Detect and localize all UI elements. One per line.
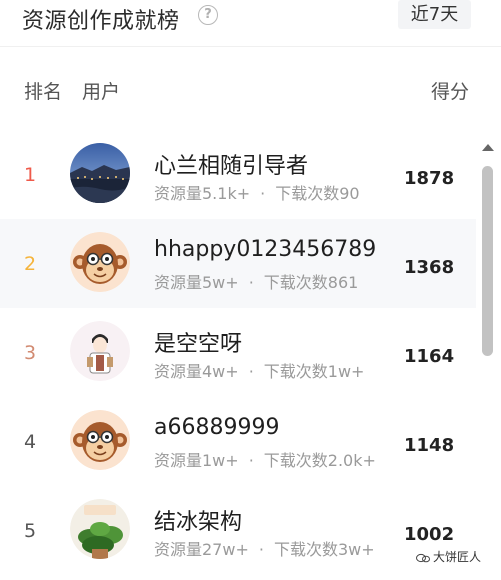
resource-count: 资源量5w+ [154,273,239,292]
column-header-score: 得分 [430,81,469,103]
scrollbar[interactable] [479,140,497,580]
monkey-icon [70,410,130,470]
ranking-row[interactable]: 2 hhappy0123456789 资源量5w+ · 下载次数861 1368 [0,219,476,308]
ranking-row[interactable]: 5 结冰架构 资源量27w+ · 下载次数3w+ 1002 [0,486,476,575]
scroll-up-arrow-icon[interactable] [482,144,494,151]
wechat-logo-icon [416,553,430,562]
score-value: 1878 [404,168,455,189]
ranking-list: 1 心兰相随引导者 资源量5.1k+ · 下载次数90 1878 2 hhapp… [0,130,476,580]
avatar[interactable] [70,499,130,559]
resource-count: 资源量1w+ [154,451,239,470]
plant-icon [70,499,130,559]
score-value: 1002 [404,524,455,545]
score-value: 1148 [404,435,455,456]
download-count: 下载次数2.0k+ [263,451,376,470]
rank-number: 3 [24,342,37,364]
separator: · [248,273,254,292]
user-name[interactable]: 是空空呀 [154,326,242,358]
monkey-icon [70,232,130,292]
resource-count: 资源量27w+ [154,540,249,559]
score-value: 1368 [404,257,455,278]
avatar[interactable] [70,143,130,203]
ranking-row[interactable]: 4 a66889999 资源量1w+ · 下载次数2.0k+ 1148 [0,397,476,486]
user-stats: 资源量4w+ · 下载次数1w+ [154,358,364,382]
separator: · [258,540,264,559]
user-name[interactable]: 心兰相随引导者 [154,148,308,180]
avatar[interactable] [70,321,130,381]
rank-number: 5 [24,520,37,542]
download-count: 下载次数3w+ [273,540,375,559]
avatar[interactable] [70,410,130,470]
header: 资源创作成就榜 ? 近7天 [0,0,501,47]
avatar[interactable] [70,232,130,292]
resource-count: 资源量5.1k+ [154,184,251,203]
user-stats: 资源量1w+ · 下载次数2.0k+ [154,447,376,471]
user-name[interactable]: 结冰架构 [154,504,242,536]
column-header-user: 用户 [82,81,121,103]
download-count: 下载次数1w+ [263,362,365,381]
resource-count: 资源量4w+ [154,362,239,381]
ranking-row[interactable]: 1 心兰相随引导者 资源量5.1k+ · 下载次数90 1878 [0,130,476,219]
download-count: 下载次数861 [263,273,359,292]
rank-number: 4 [24,431,37,453]
user-stats: 资源量5w+ · 下载次数861 [154,269,358,293]
user-name[interactable]: a66889999 [154,415,279,440]
user-stats: 资源量5.1k+ · 下载次数90 [154,180,360,204]
user-stats: 资源量27w+ · 下载次数3w+ [154,536,375,560]
page-title: 资源创作成就榜 [22,9,180,34]
ranking-row[interactable]: 3 是空空呀 资源量4w+ · 下载次数1w+ 1164 [0,308,476,397]
separator: · [248,451,254,470]
user-name[interactable]: hhappy0123456789 [154,237,376,262]
rank-number: 1 [24,164,37,186]
scroll-thumb[interactable] [482,166,493,356]
download-count: 下载次数90 [275,184,360,203]
column-header-rank: 排名 [24,81,63,103]
separator: · [248,362,254,381]
watermark: 大饼匠人 [416,548,481,565]
period-filter-button[interactable]: 近7天 [398,0,471,29]
help-icon[interactable]: ? [198,5,218,25]
separator: · [260,184,266,203]
rank-number: 2 [24,253,37,275]
score-value: 1164 [404,346,455,367]
cartoon-person-icon [70,321,130,381]
watermark-text: 大饼匠人 [433,550,482,564]
